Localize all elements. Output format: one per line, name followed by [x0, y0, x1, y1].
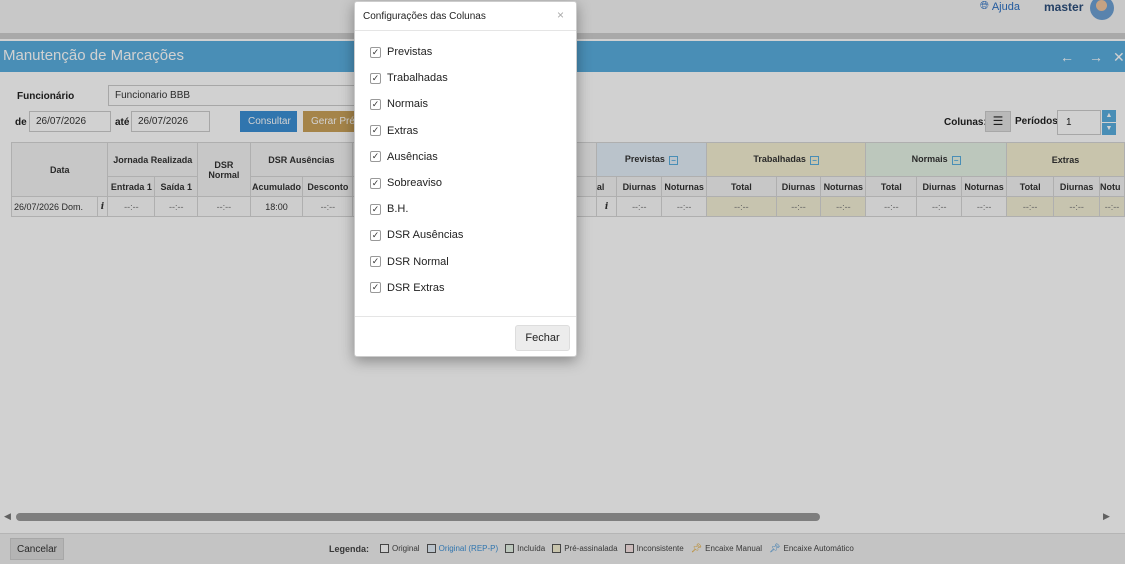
column-option[interactable]: ✓ DSR Extras	[355, 275, 576, 301]
close-icon[interactable]: ×	[557, 8, 564, 22]
column-option[interactable]: ✓ DSR Normal	[355, 249, 576, 275]
checkbox[interactable]: ✓	[370, 282, 381, 294]
column-option[interactable]: ✓ Trabalhadas	[355, 65, 576, 91]
option-label: Sobreaviso	[387, 177, 443, 190]
column-option[interactable]: ✓ Ausências	[355, 144, 576, 170]
column-option[interactable]: ✓ Normais	[355, 91, 576, 117]
option-label: DSR Ausências	[387, 229, 464, 242]
checkbox[interactable]: ✓	[370, 151, 381, 163]
column-option[interactable]: ✓ Extras	[355, 118, 576, 144]
dialog-header: Configurações das Colunas ×	[355, 2, 576, 31]
checkbox[interactable]: ✓	[370, 229, 381, 241]
option-label: DSR Normal	[387, 255, 449, 268]
column-settings-dialog: Configurações das Colunas × ✓ Previstas ✓…	[354, 1, 577, 357]
option-label: B.H.	[387, 203, 409, 216]
column-option[interactable]: ✓ B.H.	[355, 196, 576, 222]
fechar-button[interactable]: Fechar	[515, 325, 570, 351]
checkbox[interactable]: ✓	[370, 125, 381, 137]
option-label: Ausências	[387, 150, 438, 163]
checkbox[interactable]: ✓	[370, 256, 381, 268]
dialog-footer: Fechar	[355, 316, 576, 357]
option-label: DSR Extras	[387, 281, 445, 294]
option-label: Previstas	[387, 46, 433, 59]
checkbox[interactable]: ✓	[370, 72, 381, 84]
checkbox[interactable]: ✓	[370, 98, 381, 110]
option-label: Extras	[387, 124, 419, 137]
checkbox[interactable]: ✓	[370, 177, 381, 189]
column-option[interactable]: ✓ DSR Ausências	[355, 222, 576, 248]
column-option[interactable]: ✓ Previstas	[355, 39, 576, 65]
checkbox[interactable]: ✓	[370, 46, 381, 58]
option-label: Trabalhadas	[387, 72, 448, 85]
column-option[interactable]: ✓ Sobreaviso	[355, 170, 576, 196]
dialog-title: Configurações das Colunas	[363, 11, 486, 22]
checkbox[interactable]: ✓	[370, 203, 381, 215]
column-options-list: ✓ Previstas ✓ Trabalhadas ✓ Normais ✓ Extras…	[355, 31, 576, 301]
option-label: Normais	[387, 98, 428, 111]
